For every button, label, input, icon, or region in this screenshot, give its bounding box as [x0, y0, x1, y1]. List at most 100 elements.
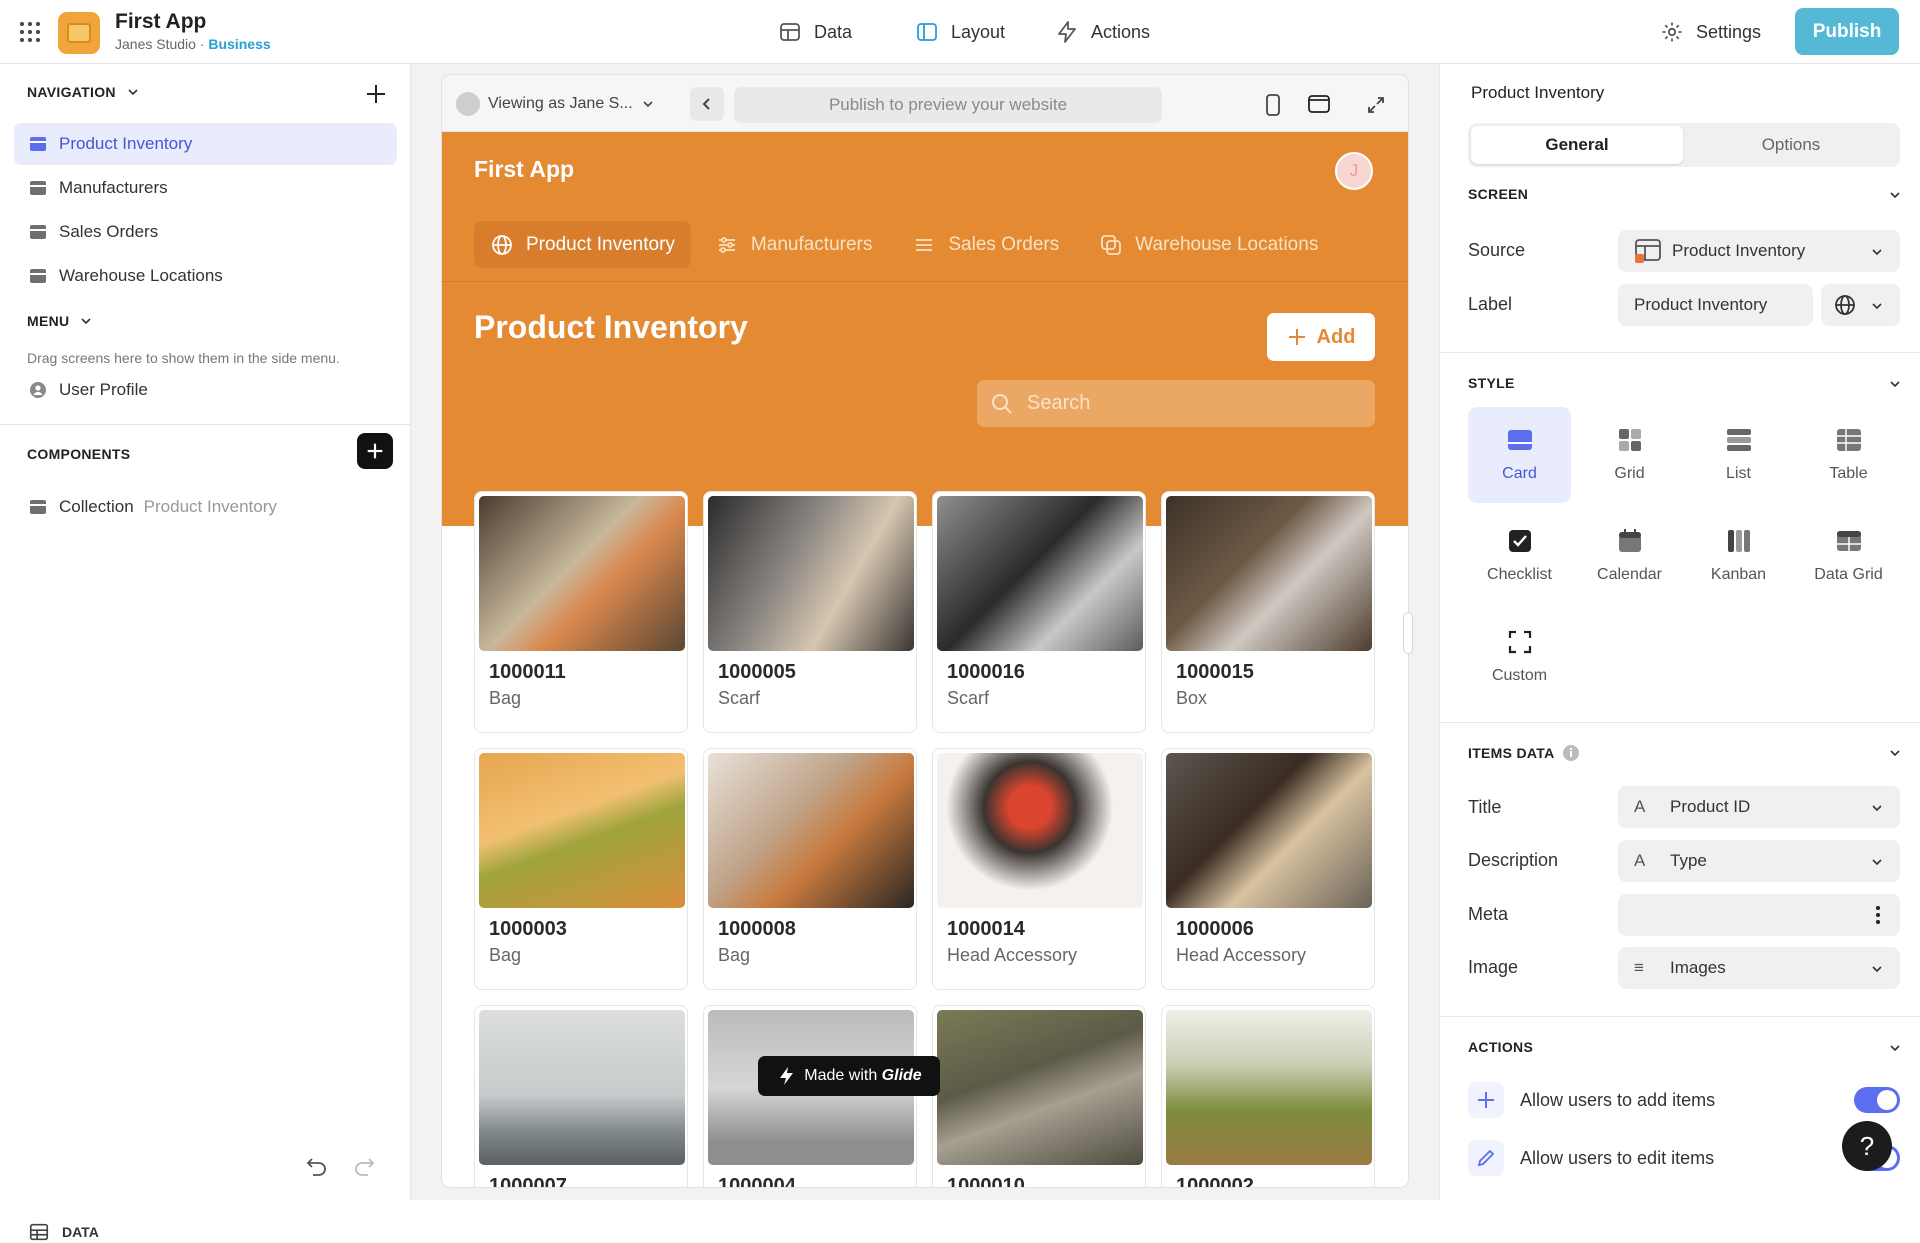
product-image	[937, 1010, 1143, 1165]
source-select[interactable]: Product Inventory	[1618, 230, 1900, 272]
sidebar-item-warehouse-locations[interactable]: Warehouse Locations	[14, 255, 397, 297]
screen-icon	[30, 269, 46, 283]
add-items-toggle[interactable]	[1854, 1087, 1900, 1113]
calendar-style-icon	[1618, 529, 1641, 552]
page-title: Product Inventory	[474, 309, 748, 345]
title-column-select[interactable]: A Product ID	[1618, 786, 1900, 828]
style-label: Checklist	[1487, 566, 1552, 583]
redo-icon[interactable]	[352, 1157, 378, 1177]
tablet-icon[interactable]	[1307, 94, 1331, 114]
sidebar-item-product-inventory[interactable]: Product Inventory	[14, 123, 397, 165]
globe-icon	[492, 234, 512, 255]
info-icon[interactable]	[1562, 744, 1580, 762]
list-item[interactable]: 1000006 Head Accessory	[1161, 748, 1375, 990]
list-item[interactable]: 1000016 Scarf	[932, 491, 1146, 733]
style-grid[interactable]: Grid	[1578, 407, 1681, 503]
add-component-button[interactable]	[357, 433, 393, 469]
product-image	[1166, 753, 1372, 908]
add-screen-button[interactable]	[358, 76, 394, 112]
resize-handle[interactable]	[1403, 612, 1413, 654]
card-description: Box	[1176, 688, 1208, 708]
publish-button[interactable]: Publish	[1795, 8, 1899, 55]
text-type-icon: A	[1634, 851, 1646, 870]
search-input[interactable]: Search	[977, 380, 1375, 427]
list-item[interactable]: 1000008 Bag	[703, 748, 917, 990]
style-kanban[interactable]: Kanban	[1687, 508, 1790, 604]
list-item[interactable]: 1000003 Bag	[474, 748, 688, 990]
tab-sales-orders[interactable]: Sales Orders	[896, 221, 1075, 268]
tab-general[interactable]: General	[1471, 126, 1683, 164]
style-calendar[interactable]: Calendar	[1578, 508, 1681, 604]
table-source-icon	[1635, 239, 1661, 263]
made-with-glide-badge[interactable]: Made with Glide	[758, 1056, 940, 1096]
phone-icon[interactable]	[1264, 93, 1282, 117]
expand-icon[interactable]	[1366, 95, 1386, 115]
list-item[interactable]: 1000015 Box	[1161, 491, 1375, 733]
list-item[interactable]: 1000002	[1161, 1005, 1375, 1187]
list-item[interactable]: 1000011 Bag	[474, 491, 688, 733]
image-value: Images	[1670, 958, 1726, 977]
list-item[interactable]: 1000007	[474, 1005, 688, 1187]
label-input[interactable]: Product Inventory	[1618, 284, 1813, 326]
style-data-grid[interactable]: Data Grid	[1797, 508, 1900, 604]
nav-data[interactable]: Data	[778, 0, 852, 64]
image-column-select[interactable]: ≡ Images	[1618, 947, 1900, 989]
add-button[interactable]: Add	[1267, 313, 1375, 361]
label-icon-select[interactable]	[1821, 284, 1900, 326]
settings-button[interactable]: Settings	[1660, 0, 1761, 64]
chevron-down-icon[interactable]	[1888, 746, 1902, 760]
table-icon	[29, 1223, 49, 1241]
preview-toolbar: Viewing as Jane S... Publish to preview …	[442, 75, 1408, 132]
undo-icon[interactable]	[303, 1157, 329, 1177]
card-description: Head Accessory	[947, 945, 1078, 965]
product-image	[937, 496, 1143, 651]
style-custom[interactable]: Custom	[1468, 609, 1571, 705]
navigation-header[interactable]: NAVIGATION	[27, 84, 140, 100]
tab-options[interactable]: Options	[1685, 126, 1897, 164]
navigation-header-label: NAVIGATION	[27, 84, 116, 100]
help-button[interactable]: ?	[1842, 1121, 1892, 1171]
nav-actions[interactable]: Actions	[1055, 0, 1150, 64]
avatar[interactable]: J	[1335, 152, 1373, 190]
text-type-icon: A	[1634, 797, 1646, 816]
preview-url-field[interactable]: Publish to preview your website	[734, 87, 1162, 123]
app-grid-icon[interactable]	[20, 22, 40, 42]
card-style-icon	[1507, 430, 1532, 450]
nav-layout[interactable]: Layout	[915, 0, 1005, 64]
chevron-down-icon[interactable]	[1888, 377, 1902, 391]
style-list[interactable]: List	[1687, 407, 1790, 503]
left-panel: NAVIGATION Product Inventory Manufacture…	[0, 64, 411, 1241]
list-item[interactable]: 1000005 Scarf	[703, 491, 917, 733]
viewing-as-select[interactable]: Viewing as Jane S...	[456, 89, 655, 119]
card-title: 1000010	[947, 1175, 1025, 1187]
list-item[interactable]: 1000010	[932, 1005, 1146, 1187]
data-footer-button[interactable]: DATA	[28, 1221, 99, 1243]
tab-manufacturers[interactable]: Manufacturers	[699, 221, 888, 268]
sidebar-item-user-profile[interactable]: User Profile	[14, 369, 397, 411]
app-tabs: Product Inventory Manufacturers Sales Or…	[474, 221, 1334, 268]
sidebar-item-manufacturers[interactable]: Manufacturers	[14, 167, 397, 209]
style-card[interactable]: Card	[1468, 407, 1571, 503]
more-vertical-icon[interactable]	[1876, 905, 1880, 925]
action-add-items: Allow users to add items	[1468, 1082, 1715, 1118]
app-title[interactable]: First App	[115, 10, 206, 34]
component-collection[interactable]: Collection Product Inventory	[14, 486, 397, 528]
sidebar-item-sales-orders[interactable]: Sales Orders	[14, 211, 397, 253]
tab-product-inventory[interactable]: Product Inventory	[474, 221, 691, 268]
chevron-down-icon[interactable]	[1888, 1041, 1902, 1055]
chevron-down-icon	[1872, 859, 1882, 866]
description-column-select[interactable]: A Type	[1618, 840, 1900, 882]
style-table[interactable]: Table	[1797, 407, 1900, 503]
list-item[interactable]: 1000004	[703, 1005, 917, 1187]
style-checklist[interactable]: Checklist	[1468, 508, 1571, 604]
tab-warehouse-locations[interactable]: Warehouse Locations	[1083, 221, 1334, 268]
plus-icon	[1468, 1082, 1504, 1118]
card-title: 1000008	[718, 918, 796, 940]
menu-header[interactable]: MENU	[27, 313, 93, 329]
back-button[interactable]	[690, 87, 724, 121]
chevron-down-icon[interactable]	[1888, 188, 1902, 202]
card-title: 1000004	[718, 1175, 796, 1187]
list-item[interactable]: 1000014 Head Accessory	[932, 748, 1146, 990]
meta-column-select[interactable]	[1618, 894, 1900, 936]
app-logo-icon[interactable]	[58, 12, 100, 54]
